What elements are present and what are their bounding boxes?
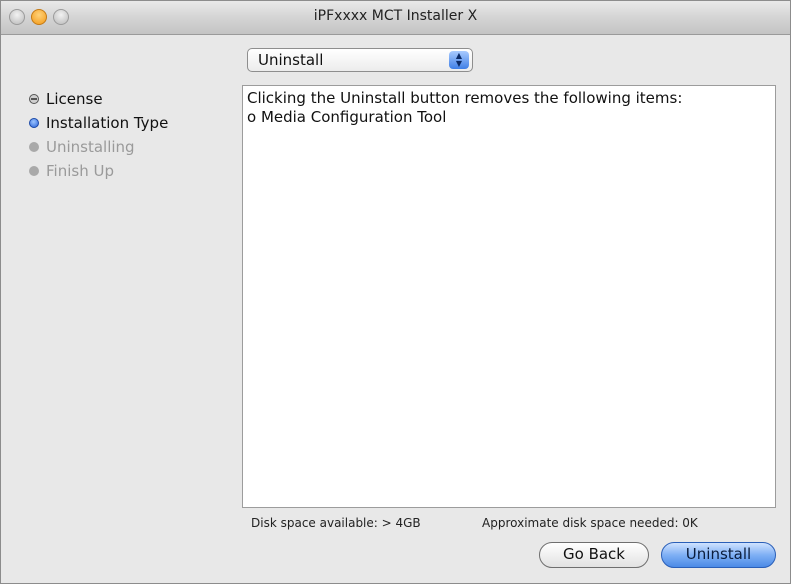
step-label: Finish Up (46, 162, 114, 180)
installer-window: iPFxxxx MCT Installer X License Installa… (0, 0, 791, 584)
info-text-area: Clicking the Uninstall button removes th… (242, 85, 776, 508)
info-line: Clicking the Uninstall button removes th… (247, 89, 683, 107)
step-finish-up: Finish Up (29, 159, 229, 183)
step-label: License (46, 90, 103, 108)
step-installation-type: Installation Type (29, 111, 229, 135)
step-pending-icon (29, 166, 39, 176)
disk-space-available: Disk space available: > 4GB (251, 516, 421, 530)
step-uninstalling: Uninstalling (29, 135, 229, 159)
go-back-button[interactable]: Go Back (539, 542, 649, 568)
step-label: Installation Type (46, 114, 169, 132)
step-current-icon (29, 118, 39, 128)
disk-space-needed: Approximate disk space needed: 0K (482, 516, 698, 530)
step-license: License (29, 87, 229, 111)
step-pending-icon (29, 142, 39, 152)
up-down-arrows-icon: ▲ ▼ (449, 51, 469, 69)
installer-steps: License Installation Type Uninstalling F… (29, 87, 229, 183)
info-line: o Media Configuration Tool (247, 108, 447, 126)
step-done-icon (29, 94, 39, 104)
window-title: iPFxxxx MCT Installer X (313, 8, 478, 24)
mode-select[interactable]: Uninstall ▲ ▼ (247, 48, 473, 72)
mode-select-value: Uninstall (258, 51, 324, 69)
step-label: Uninstalling (46, 138, 135, 156)
title-bar[interactable]: iPFxxxx MCT Installer X (1, 1, 790, 35)
uninstall-button[interactable]: Uninstall (661, 542, 776, 568)
